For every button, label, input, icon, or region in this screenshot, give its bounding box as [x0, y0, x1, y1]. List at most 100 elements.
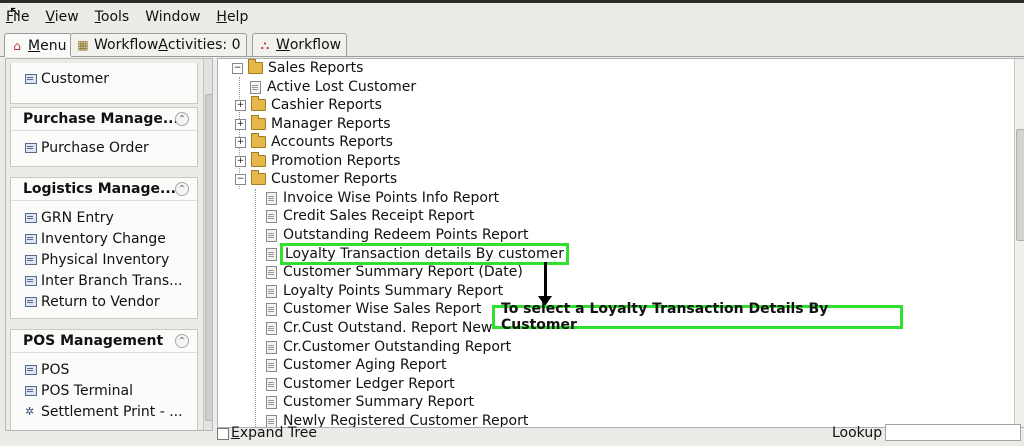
menu-group-purchase: Purchase Manage... ⌃ Purchase Order [10, 107, 198, 167]
window-icon [25, 212, 37, 223]
tab-workflow[interactable]: ⛬ Workflow [252, 33, 348, 56]
highlighted-report-label[interactable]: Loyalty Transaction details By customer [280, 243, 569, 265]
tree-node-report[interactable]: Customer Wise Sales Report [266, 300, 481, 318]
expand-plus-icon[interactable]: + [235, 99, 246, 111]
menu-group-top: Customer [10, 63, 198, 104]
report-file-icon [266, 377, 277, 391]
folder-icon [251, 152, 266, 167]
window-icon [25, 233, 37, 244]
tree-node-report[interactable]: Customer Ledger Report [266, 375, 455, 393]
tree-node-report[interactable]: Active Lost Customer [250, 78, 416, 96]
collapse-chevron-icon[interactable]: ⌃ [175, 334, 189, 348]
tree-node-report[interactable]: Cr.Cust Outstand. Report New [266, 319, 492, 337]
report-file-icon [266, 321, 277, 335]
report-file-icon [266, 191, 277, 205]
panel-splitter[interactable] [213, 58, 216, 429]
expand-tree-label[interactable]: Expand Tree [231, 425, 317, 441]
tree-node-sales-reports[interactable]: − Sales Reports [232, 59, 363, 77]
group-header-pos[interactable]: POS Management ⌃ [11, 330, 197, 353]
menu-window[interactable]: Window [145, 9, 200, 25]
report-file-icon [266, 395, 277, 409]
collapse-chevron-icon[interactable]: ⌃ [175, 112, 189, 126]
report-file-icon [266, 340, 277, 354]
tree-node-report[interactable]: Invoice Wise Points Info Report [266, 189, 499, 207]
report-file-icon [266, 228, 277, 242]
menu-help[interactable]: Help [216, 9, 248, 25]
tree-node-report[interactable]: Customer Summary Report (Date) [266, 263, 523, 281]
report-file-icon [266, 302, 277, 316]
expand-plus-icon[interactable]: + [235, 118, 246, 130]
menu-item-grn-entry[interactable]: GRN Entry [11, 207, 197, 228]
process-gear-icon: ✲ [25, 405, 35, 418]
folder-icon [251, 96, 266, 111]
tree-node-report[interactable]: Cr.Customer Outstanding Report [266, 338, 511, 356]
expand-plus-icon[interactable]: + [235, 155, 246, 167]
annotation-arrow-shaft [544, 262, 547, 298]
group-header-purchase[interactable]: Purchase Manage... ⌃ [11, 108, 197, 131]
group-header-logistics[interactable]: Logistics Manage... ⌃ [11, 178, 197, 201]
menu-item-purchase-order[interactable]: Purchase Order [11, 137, 197, 158]
tab-workflow-activities[interactable]: ▦ Workflow Activities: 0 [70, 33, 247, 56]
expand-plus-icon[interactable]: + [235, 136, 246, 148]
tab-bar: ⌂ Menu ▦ Workflow Activities: 0 ⛬ Workfl… [0, 32, 1024, 57]
tree-node-promotion-reports[interactable]: + Promotion Reports [235, 152, 400, 170]
menu-item-inventory-change[interactable]: Inventory Change [11, 228, 197, 249]
window-icon [25, 296, 37, 307]
tree-node-manager-reports[interactable]: + Manager Reports [235, 115, 391, 133]
folder-open-icon [251, 170, 266, 185]
report-file-icon [250, 80, 261, 94]
menu-tree-panel: − Sales Reports Active Lost Customer + Ca… [217, 58, 1024, 428]
report-file-icon [266, 209, 277, 223]
folder-icon [251, 115, 266, 130]
collapse-minus-icon[interactable]: − [235, 173, 246, 185]
tree-node-customer-reports[interactable]: − Customer Reports [235, 170, 397, 188]
expand-tree-checkbox[interactable] [217, 428, 229, 440]
menu-item-return-to-vendor[interactable]: Return to Vendor [11, 291, 197, 312]
menu-bar: File View Tools Window Help [0, 4, 1024, 30]
report-file-icon [266, 247, 277, 261]
side-panel-scroll-thumb[interactable] [205, 94, 212, 421]
tree-node-report[interactable]: Outstanding Redeem Points Report [266, 226, 528, 244]
tree-scroll-thumb[interactable] [1016, 129, 1024, 241]
tree-node-accounts-reports[interactable]: + Accounts Reports [235, 133, 393, 151]
tree-node-cashier-reports[interactable]: + Cashier Reports [235, 96, 382, 114]
menu-item-pos-terminal[interactable]: POS Terminal [11, 380, 197, 401]
window-icon [25, 275, 37, 286]
folder-open-icon [248, 59, 263, 74]
menu-side-panel: Customer Purchase Manage... ⌃ Purchase O… [5, 58, 213, 431]
tree-node-report[interactable]: Credit Sales Receipt Report [266, 207, 474, 225]
report-file-icon [266, 358, 277, 372]
menu-item-inter-branch-transfer[interactable]: Inter Branch Trans... [11, 270, 197, 291]
table-icon: ▦ [77, 38, 89, 52]
workflow-icon: ⛬ [260, 38, 270, 52]
tree-node-report[interactable]: Customer Aging Report [266, 356, 446, 374]
menu-item-pos[interactable]: POS [11, 359, 197, 380]
folder-icon [251, 133, 266, 148]
menu-view[interactable]: View [45, 9, 78, 25]
tree-guide-line [255, 189, 257, 427]
menu-item-physical-inventory[interactable]: Physical Inventory [11, 249, 197, 270]
window-icon [25, 142, 37, 153]
menu-tools[interactable]: Tools [95, 9, 130, 25]
tree-node-loyalty-transaction-report[interactable]: Loyalty Transaction details By customer [266, 243, 569, 265]
tree-node-report[interactable]: Customer Summary Report [266, 393, 474, 411]
menu-item-customer[interactable]: Customer [11, 68, 197, 89]
lookup-label: Lookup [832, 425, 883, 441]
report-file-icon [266, 284, 277, 298]
window-icon [25, 364, 37, 375]
menu-file[interactable]: File [6, 9, 29, 25]
annotation-callout: To select a Loyalty Transaction Details … [492, 301, 903, 333]
collapse-minus-icon[interactable]: − [232, 62, 243, 74]
tree-node-report[interactable]: Loyalty Points Summary Report [266, 282, 503, 300]
window-icon [25, 73, 37, 84]
menu-item-settlement-print[interactable]: ✲ Settlement Print - ... [11, 401, 197, 422]
window-icon [25, 385, 37, 396]
window-top-border [0, 0, 1024, 3]
lookup-input[interactable] [885, 424, 1021, 441]
window-icon [25, 254, 37, 265]
side-panel-scrollbar[interactable] [203, 59, 212, 430]
collapse-chevron-icon[interactable]: ⌃ [175, 182, 189, 196]
tab-menu[interactable]: ⌂ Menu [4, 33, 73, 57]
tree-scrollbar[interactable] [1014, 59, 1024, 427]
menu-group-logistics: Logistics Manage... ⌃ GRN Entry Inventor… [10, 177, 198, 319]
